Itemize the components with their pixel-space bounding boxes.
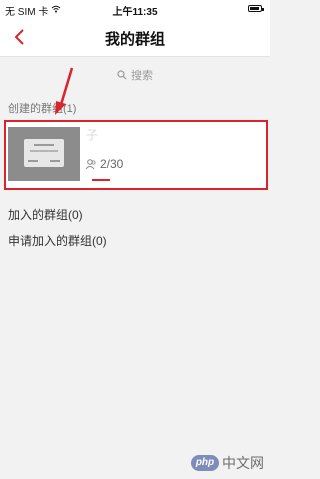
watermark: php 中文网 — [191, 453, 264, 473]
search-field[interactable]: 搜索 — [0, 67, 270, 83]
nav-bar: 我的群组 — [0, 18, 270, 57]
status-time: 上午11:35 — [112, 7, 158, 18]
highlight-box — [4, 120, 268, 190]
search-placeholder: 搜索 — [131, 70, 153, 82]
battery-icon — [248, 5, 264, 12]
search-icon — [117, 69, 127, 83]
status-bar: 无 SIM 卡 上午11:35 — [0, 0, 270, 18]
search-bar[interactable]: 搜索 — [0, 57, 270, 91]
watermark-text: 中文网 — [222, 455, 264, 471]
php-logo: php — [191, 455, 219, 471]
created-groups-header: 创建的群组(1) — [8, 103, 77, 115]
page-title: 我的群组 — [104, 31, 165, 48]
applied-groups-header[interactable]: 申请加入的群组(0) — [8, 232, 107, 249]
joined-groups-header[interactable]: 加入的群组(0) — [8, 206, 83, 223]
